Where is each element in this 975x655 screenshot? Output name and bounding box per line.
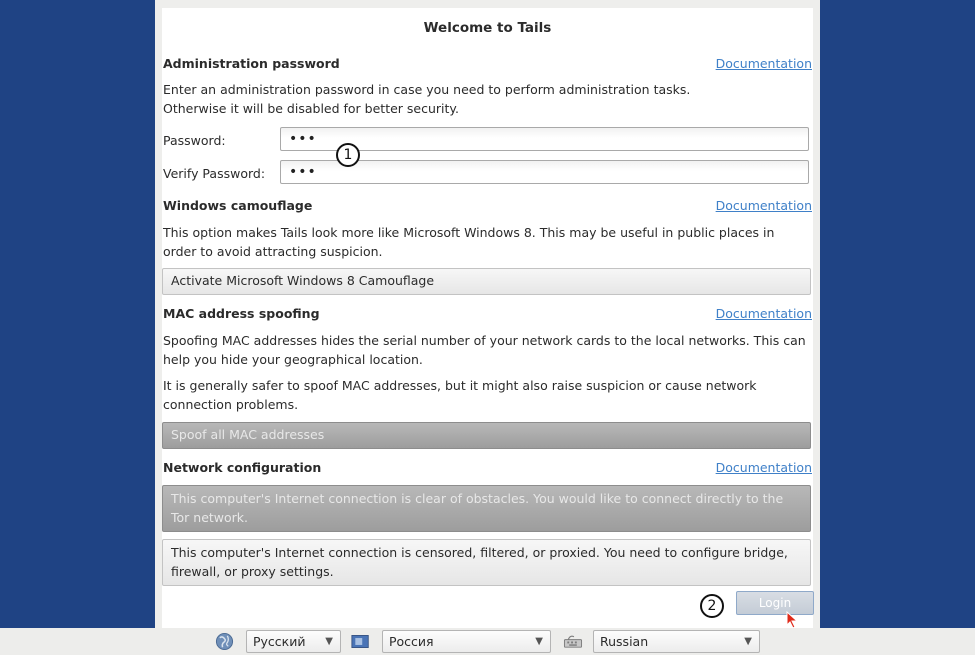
camouflage-description: This option makes Tails look more like M… — [163, 225, 775, 259]
camouflage-toggle-button[interactable]: Activate Microsoft Windows 8 Camouflage — [162, 268, 811, 295]
language-select[interactable]: Русский ▼ — [246, 630, 341, 653]
chevron-down-icon: ▼ — [535, 636, 543, 647]
mac-spoof-toggle-button[interactable]: Spoof all MAC addresses — [162, 422, 811, 449]
admin-description-2: Otherwise it will be disabled for better… — [163, 101, 460, 116]
region-select-value: Россия — [389, 634, 434, 649]
greeter-content: Welcome to Tails Administration password… — [162, 8, 814, 628]
admin-password-heading: Administration password — [163, 56, 340, 71]
greeter-panel: Welcome to Tails Administration password… — [155, 0, 820, 628]
mac-documentation-link[interactable]: Documentation — [716, 306, 812, 321]
keyboard-icon — [563, 635, 583, 648]
network-documentation-link[interactable]: Documentation — [716, 460, 812, 475]
region-select[interactable]: Россия ▼ — [382, 630, 551, 653]
admin-documentation-link[interactable]: Documentation — [716, 56, 812, 71]
window-title: Welcome to Tails — [423, 20, 552, 36]
mouse-cursor-icon — [786, 611, 799, 629]
network-config-heading: Network configuration — [163, 460, 322, 475]
camouflage-documentation-link[interactable]: Documentation — [716, 198, 812, 213]
mac-description-1: Spoofing MAC addresses hides the serial … — [163, 333, 806, 367]
chevron-down-icon: ▼ — [744, 636, 752, 647]
globe-icon — [215, 632, 234, 651]
annotation-marker-2: 2 — [700, 594, 724, 618]
mac-description-2: It is generally safer to spoof MAC addre… — [163, 378, 757, 412]
annotation-marker-1: 1 — [336, 143, 360, 167]
chevron-down-icon: ▼ — [325, 636, 333, 647]
camouflage-heading: Windows camouflage — [163, 198, 313, 213]
password-label: Password: — [163, 133, 226, 148]
flag-icon — [351, 635, 369, 648]
verify-password-label: Verify Password: — [163, 166, 266, 181]
admin-description-1: Enter an administration password in case… — [163, 82, 691, 97]
keyboard-layout-select[interactable]: Russian ▼ — [593, 630, 760, 653]
mac-spoofing-heading: MAC address spoofing — [163, 306, 320, 321]
network-censored-option[interactable]: This computer's Internet connection is c… — [162, 539, 811, 586]
bottom-bar: Русский ▼ Россия ▼ Russian ▼ — [0, 628, 975, 655]
password-input[interactable]: ••• — [280, 127, 809, 151]
keyboard-layout-value: Russian — [600, 634, 649, 649]
verify-password-input[interactable]: ••• — [280, 160, 809, 184]
network-direct-option[interactable]: This computer's Internet connection is c… — [162, 485, 811, 532]
login-button[interactable]: Login — [736, 591, 814, 615]
language-select-value: Русский — [253, 634, 306, 649]
